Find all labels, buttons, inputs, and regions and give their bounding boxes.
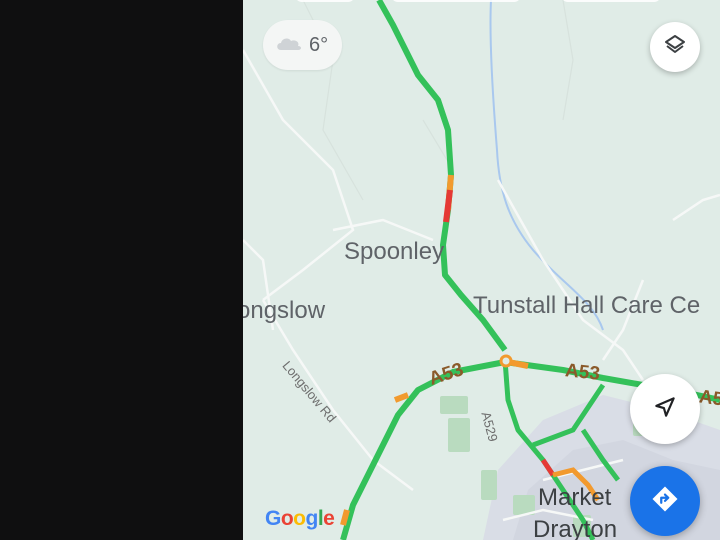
park-area xyxy=(440,396,468,414)
navigate-button[interactable] xyxy=(630,374,700,444)
top-chip[interactable] xyxy=(561,0,661,2)
navigation-arrow-icon xyxy=(652,394,678,425)
road-label-a53-edge: A5 xyxy=(697,386,720,411)
weather-chip[interactable]: 6° xyxy=(263,20,343,70)
left-black-panel xyxy=(0,0,243,540)
place-label-tunstall[interactable]: Tunstall Hall Care Ce xyxy=(473,292,700,320)
directions-button[interactable] xyxy=(630,466,700,536)
top-chip[interactable] xyxy=(295,0,355,2)
top-chip[interactable] xyxy=(391,0,521,2)
cloud-icon xyxy=(275,34,303,57)
road-label-a53-east: A53 xyxy=(564,360,601,385)
directions-icon xyxy=(650,484,680,519)
river xyxy=(489,0,604,331)
place-label-drayton[interactable]: Drayton xyxy=(533,516,617,540)
junction-roundabout xyxy=(499,354,513,368)
google-logo: Google xyxy=(265,507,335,530)
map-view[interactable]: 6° Spoonley ongslow Tunstall Hall Care C… xyxy=(243,0,720,540)
layers-button[interactable] xyxy=(650,22,700,72)
place-label-longslow[interactable]: ongslow xyxy=(243,297,325,325)
temperature-text: 6° xyxy=(309,33,329,56)
layers-icon xyxy=(663,33,687,62)
place-label-market[interactable]: Market xyxy=(538,484,611,512)
place-label-spoonley[interactable]: Spoonley xyxy=(344,238,444,266)
map-canvas[interactable] xyxy=(243,0,720,540)
